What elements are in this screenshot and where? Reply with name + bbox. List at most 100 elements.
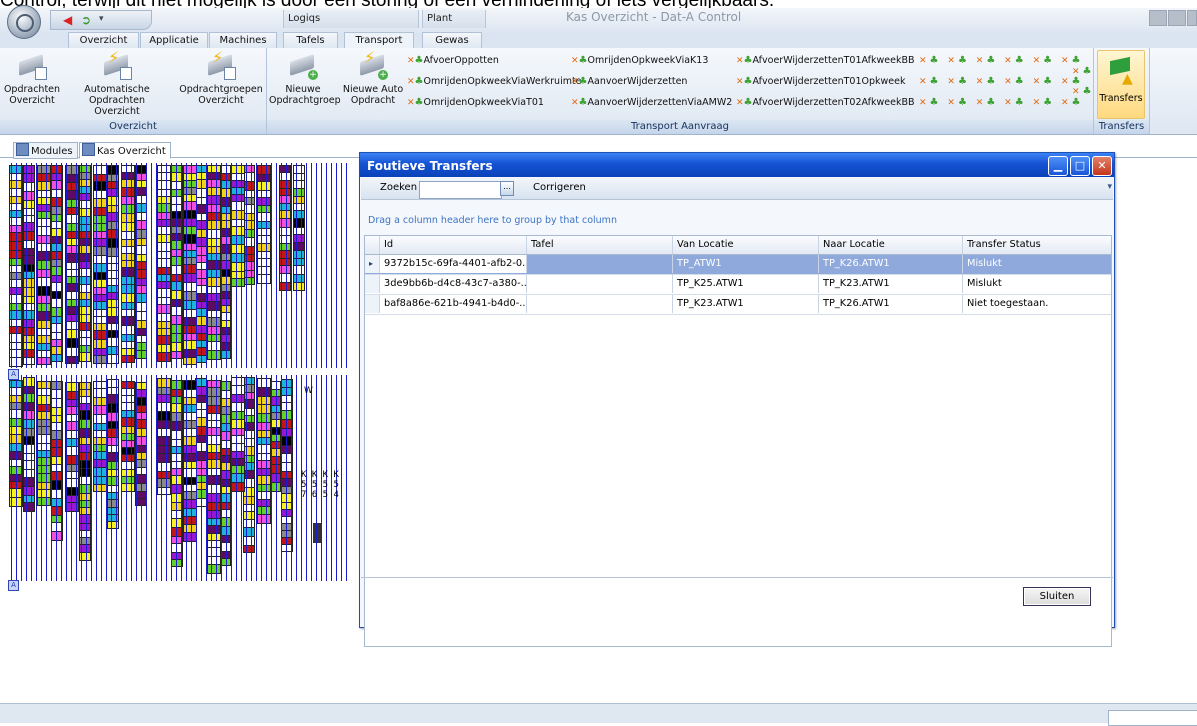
map-table-block[interactable] <box>107 387 119 395</box>
map-table-block[interactable] <box>157 234 171 243</box>
map-table-block[interactable] <box>37 303 51 312</box>
map-table-block[interactable] <box>257 205 271 213</box>
map-table-block[interactable] <box>231 165 245 174</box>
map-table-block[interactable] <box>107 307 119 317</box>
map-table-block[interactable] <box>107 292 119 300</box>
map-table-block[interactable] <box>293 274 305 283</box>
map-table-block[interactable] <box>207 238 221 247</box>
map-table-block[interactable] <box>207 269 221 278</box>
map-table-block[interactable] <box>107 196 119 206</box>
map-table-block[interactable] <box>207 165 221 173</box>
cell-id[interactable]: 9372b15c-69fa-4401-afb2-0... <box>380 255 527 273</box>
map-table-block[interactable] <box>157 487 171 495</box>
map-table-block[interactable] <box>121 187 135 197</box>
map-table-block[interactable] <box>157 172 171 181</box>
map-table-block[interactable] <box>231 173 245 181</box>
map-table-block[interactable] <box>157 165 171 173</box>
nieuwe-auto-opdracht-button[interactable]: ⚡ + Nieuwe Auto Opdracht <box>341 50 405 107</box>
map-table-block[interactable] <box>231 473 245 483</box>
map-table-block[interactable] <box>23 310 35 320</box>
map-table-block[interactable] <box>231 394 245 403</box>
map-table-block[interactable] <box>37 350 51 358</box>
back-icon[interactable]: ◀ <box>63 13 72 27</box>
map-table-block[interactable] <box>23 240 35 249</box>
map-table-block[interactable] <box>257 251 271 259</box>
extra-transfer-icons[interactable]: ✕♣ ✕♣ ✕♣ ✕♣ ✕♣ ✕♣ <box>919 55 1083 66</box>
map-table-block[interactable] <box>23 460 35 470</box>
map-table-block[interactable] <box>157 445 171 454</box>
map-table-block[interactable] <box>293 265 305 275</box>
map-table-block[interactable] <box>121 469 135 477</box>
map-table-block[interactable] <box>293 203 305 211</box>
map-table-block[interactable] <box>107 461 119 470</box>
corrigeren-button[interactable]: Corrigeren <box>533 182 586 193</box>
map-table-block[interactable] <box>37 243 51 252</box>
map-table-block[interactable] <box>257 475 271 485</box>
map-table-block[interactable] <box>121 179 135 188</box>
map-table-block[interactable] <box>231 435 245 444</box>
map-table-block[interactable] <box>157 394 171 403</box>
quick-access-toolbar[interactable]: ◀ ➲ ▾ <box>50 10 152 30</box>
map-table-block[interactable] <box>107 354 119 364</box>
map-table-block[interactable] <box>37 286 51 296</box>
map-table-block[interactable] <box>23 419 35 429</box>
map-table-block[interactable] <box>23 182 35 192</box>
map-table-block[interactable] <box>231 451 245 459</box>
map-table-block[interactable] <box>207 435 221 445</box>
map-table-block[interactable] <box>23 319 35 328</box>
map-table-block[interactable] <box>257 165 271 175</box>
map-table-block[interactable] <box>207 187 221 196</box>
map-table-block[interactable] <box>157 352 171 362</box>
map-table-block[interactable] <box>37 357 51 365</box>
map-table-block[interactable] <box>207 413 221 421</box>
doc-tab-kas-overzicht[interactable]: Kas Overzicht <box>79 142 171 159</box>
map-table-block[interactable] <box>257 235 271 244</box>
cell-id[interactable]: 3de9bb6b-d4c8-43c7-a380-... <box>380 275 527 293</box>
map-table-block[interactable] <box>23 444 35 454</box>
map-table-block[interactable] <box>257 266 271 275</box>
map-table-block[interactable] <box>207 525 221 534</box>
map-table-block[interactable] <box>23 271 35 279</box>
aanvoer-wijderzetten-item[interactable]: ✕♣AanvoerWijderzetten <box>571 76 687 88</box>
omrijden-k13-item[interactable]: ✕♣OmrijdenOpkweekViaK13 <box>571 55 708 67</box>
map-table-block[interactable] <box>107 247 119 257</box>
map-table-block[interactable] <box>157 297 171 305</box>
map-table-block[interactable] <box>257 413 271 423</box>
map-table-block[interactable] <box>37 443 51 451</box>
map-table-block[interactable] <box>231 187 245 195</box>
map-table-block[interactable] <box>23 327 35 336</box>
map-section-marker[interactable]: A <box>8 369 19 380</box>
maximize-icon[interactable]: □ <box>1070 156 1090 176</box>
map-table-block[interactable] <box>231 402 245 412</box>
map-table-block[interactable] <box>107 337 119 347</box>
map-table-block[interactable] <box>107 323 119 331</box>
map-table-block[interactable] <box>37 343 51 351</box>
map-table-block[interactable] <box>257 396 271 405</box>
map-table-block[interactable] <box>231 201 245 211</box>
map-table-block[interactable] <box>23 436 35 445</box>
map-table-block[interactable] <box>121 417 135 427</box>
map-table-block[interactable] <box>157 226 171 235</box>
map-table-block[interactable] <box>307 273 359 368</box>
map-table-block[interactable] <box>37 497 51 506</box>
map-table-block[interactable] <box>157 344 171 353</box>
map-table-block[interactable] <box>121 476 135 484</box>
extra-transfer-icons[interactable]: ✕♣ ✕♣ ✕♣ ✕♣ ✕♣ ✕♣ <box>919 97 1083 108</box>
sluiten-button[interactable]: Sluiten <box>1023 587 1091 606</box>
map-table-block[interactable] <box>23 335 35 343</box>
map-table-block[interactable] <box>107 379 119 388</box>
map-table-block[interactable] <box>257 378 271 388</box>
map-table-block[interactable] <box>107 499 119 508</box>
map-table-block[interactable] <box>207 179 221 188</box>
map-table-block[interactable] <box>207 253 221 261</box>
map-table-block[interactable] <box>243 545 255 553</box>
map-table-block[interactable] <box>37 381 51 389</box>
map-table-block[interactable] <box>257 197 271 206</box>
map-table-block[interactable] <box>231 210 245 220</box>
map-table-block[interactable] <box>243 536 255 546</box>
transfers-button[interactable]: ▲ Transfers <box>1097 50 1145 119</box>
map-table-block[interactable] <box>121 196 135 205</box>
greenhouse-map[interactable]: K K K K 5 5 5 5 7 6 5 4 W <box>7 163 359 581</box>
map-table-block[interactable] <box>207 334 221 342</box>
cell-tafel[interactable] <box>527 295 673 313</box>
